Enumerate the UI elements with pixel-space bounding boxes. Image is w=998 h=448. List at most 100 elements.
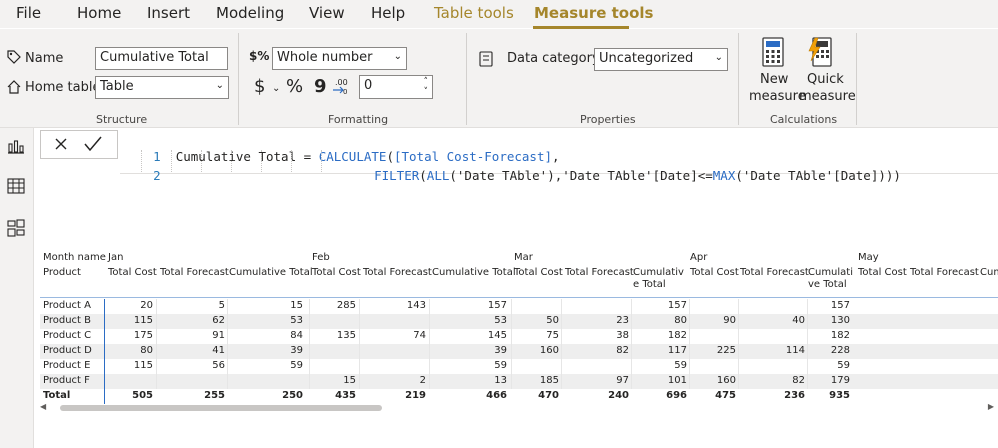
column-separator bbox=[738, 299, 739, 389]
row-header-divider bbox=[104, 299, 105, 404]
formula-function: ALL bbox=[426, 168, 450, 183]
data-cell: 143 bbox=[406, 300, 426, 311]
indent-guide bbox=[321, 150, 322, 172]
data-cell: 82 bbox=[616, 345, 629, 356]
column-separator bbox=[227, 299, 228, 389]
new-measure-button[interactable]: New measure bbox=[746, 35, 806, 107]
data-cell: 91 bbox=[212, 330, 225, 341]
stepper-icon[interactable]: ˄ ˅ bbox=[424, 77, 429, 97]
formula-function: FILTER bbox=[374, 168, 420, 183]
menu-modeling[interactable]: Modeling bbox=[216, 4, 284, 22]
svg-text:0: 0 bbox=[343, 88, 347, 96]
total-cell: 250 bbox=[282, 390, 303, 401]
commit-check-icon[interactable] bbox=[83, 135, 103, 157]
data-category-select[interactable]: Uncategorized ⌄ bbox=[594, 48, 728, 71]
comma-icon[interactable]: 9 bbox=[314, 76, 327, 97]
indent-guide bbox=[171, 150, 172, 172]
menu-home[interactable]: Home bbox=[77, 4, 121, 22]
chevron-down-icon: ⌄ bbox=[215, 80, 224, 91]
row-header-product: Product B bbox=[43, 315, 92, 326]
chevron-down-icon[interactable]: ⌄ bbox=[272, 83, 280, 94]
menu-help[interactable]: Help bbox=[371, 4, 405, 22]
column-header: Total Cost bbox=[312, 267, 361, 278]
data-matrix: Month name Product Jan Feb Mar Apr May Total … bbox=[40, 250, 998, 418]
data-cell: 157 bbox=[830, 300, 850, 311]
currency-icon[interactable]: $ bbox=[254, 76, 265, 97]
header-month-name: Month name bbox=[43, 252, 106, 263]
data-view-icon[interactable] bbox=[7, 178, 25, 198]
data-cell: 13 bbox=[494, 375, 507, 386]
name-input[interactable]: Cumulative Total bbox=[95, 47, 228, 70]
data-cell: 59 bbox=[674, 360, 687, 371]
row-header-product: Product C bbox=[43, 330, 92, 341]
ribbon-separator bbox=[466, 33, 467, 125]
column-separator bbox=[631, 299, 632, 389]
data-cell: 56 bbox=[212, 360, 225, 371]
data-cell: 20 bbox=[140, 300, 153, 311]
column-separator bbox=[561, 299, 562, 389]
column-header: Total Forecast bbox=[740, 267, 809, 278]
data-cell: 182 bbox=[830, 330, 850, 341]
menu-view[interactable]: View bbox=[309, 4, 345, 22]
row-header-product: Product E bbox=[43, 360, 91, 371]
scroll-left-icon[interactable]: ◀ bbox=[40, 402, 46, 411]
data-cell: 97 bbox=[616, 375, 629, 386]
data-cell: 39 bbox=[290, 345, 303, 356]
formula-editor[interactable]: 1 Cumulative Total = CALCULATE([Total Co… bbox=[120, 130, 998, 183]
data-cell: 80 bbox=[674, 315, 687, 326]
data-cell: 160 bbox=[716, 375, 736, 386]
header-product: Product bbox=[43, 267, 81, 278]
data-cell: 101 bbox=[667, 375, 687, 386]
table-row-band bbox=[40, 329, 998, 344]
column-separator bbox=[689, 299, 690, 389]
scroll-right-icon[interactable]: ▶ bbox=[988, 402, 994, 411]
data-cell: 145 bbox=[487, 330, 507, 341]
chevron-down-icon: ⌄ bbox=[393, 51, 402, 62]
header-divider bbox=[40, 297, 998, 298]
column-header: Cumulati bbox=[808, 267, 854, 278]
column-header: Total Cost bbox=[108, 267, 157, 278]
quick-measure-button[interactable]: Quick measure bbox=[799, 35, 856, 107]
menu-table-tools[interactable]: Table tools bbox=[434, 4, 514, 22]
data-cell: 285 bbox=[336, 300, 356, 311]
data-cell: 130 bbox=[830, 315, 850, 326]
name-label: Name bbox=[25, 51, 64, 66]
column-separator bbox=[156, 299, 157, 389]
row-header-product: Product F bbox=[43, 375, 90, 386]
month-header: Feb bbox=[312, 252, 330, 263]
data-cell: 75 bbox=[546, 330, 559, 341]
formula-text: Cumulative Total = bbox=[175, 149, 319, 164]
column-header: Total Cost bbox=[858, 267, 907, 278]
data-cell: 157 bbox=[487, 300, 507, 311]
home-table-select[interactable]: Table ⌄ bbox=[95, 76, 229, 99]
decimal-places-input[interactable]: 0 ˄ ˅ bbox=[359, 75, 433, 99]
table-row-band bbox=[40, 344, 998, 359]
column-header: Total Forecast bbox=[910, 267, 979, 278]
cancel-icon[interactable] bbox=[53, 136, 69, 156]
percent-icon[interactable]: % bbox=[286, 76, 303, 97]
menu-insert[interactable]: Insert bbox=[147, 4, 190, 22]
column-separator bbox=[429, 299, 430, 389]
month-header: May bbox=[858, 252, 879, 263]
svg-text:.00: .00 bbox=[335, 78, 348, 87]
indent-guide bbox=[201, 150, 202, 172]
data-cell: 41 bbox=[212, 345, 225, 356]
menu-file[interactable]: File bbox=[16, 4, 41, 22]
data-cell: 157 bbox=[667, 300, 687, 311]
table-row-band bbox=[40, 374, 998, 389]
decimal-icon[interactable]: .00 0 bbox=[332, 76, 350, 100]
data-category-icon bbox=[478, 50, 494, 72]
data-cell: 53 bbox=[494, 315, 507, 326]
scrollbar-thumb[interactable] bbox=[60, 405, 382, 411]
formula-function: MAX bbox=[712, 168, 736, 183]
menu-measure-tools[interactable]: Measure tools bbox=[534, 4, 653, 22]
data-cell: 114 bbox=[785, 345, 805, 356]
formula-text: ('Date TAble'[Date]))) bbox=[735, 168, 901, 183]
format-select[interactable]: Whole number ⌄ bbox=[272, 47, 407, 70]
model-view-icon[interactable] bbox=[7, 219, 25, 241]
report-view-icon[interactable] bbox=[7, 138, 25, 158]
new-measure-label-2: measure bbox=[749, 89, 806, 104]
total-cell: 435 bbox=[335, 390, 356, 401]
formula-text: ( bbox=[419, 168, 427, 183]
data-cell: 59 bbox=[290, 360, 303, 371]
